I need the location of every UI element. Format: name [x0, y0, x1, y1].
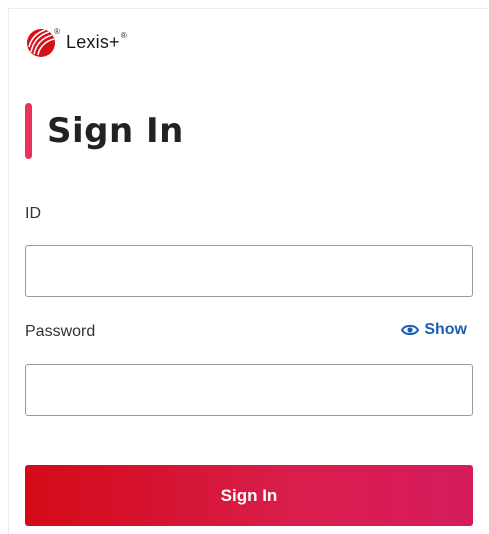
title-accent-bar [25, 103, 32, 159]
lexis-tree-logo-icon: ® [27, 27, 60, 57]
eye-icon [401, 324, 420, 336]
page-title: Sign In [47, 111, 184, 151]
sign-in-button[interactable]: Sign In [25, 465, 473, 526]
brand-name: Lexis+® [66, 31, 127, 53]
registered-mark: ® [54, 27, 60, 36]
brand-logo: ® Lexis+® [25, 27, 127, 57]
password-field[interactable] [25, 364, 473, 416]
page-title-block: Sign In [25, 103, 184, 159]
id-label: ID [25, 205, 41, 222]
password-label: Password [25, 323, 96, 340]
show-password-toggle[interactable]: Show [401, 321, 467, 339]
show-label: Show [424, 321, 467, 338]
id-field[interactable] [25, 245, 473, 297]
brand-name-text: Lexis+ [66, 32, 120, 52]
brand-registered: ® [120, 31, 127, 40]
